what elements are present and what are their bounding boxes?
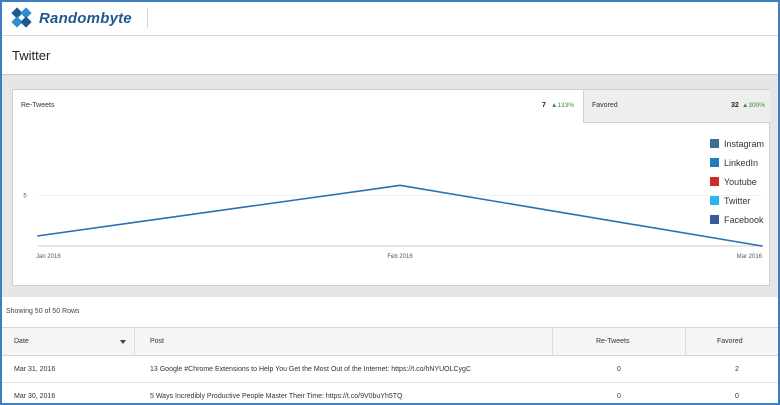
table-header: Date Post Re-Tweets Favored [2,327,778,356]
logo[interactable]: Randombyte [10,6,132,30]
logo-icon [10,6,34,30]
chart-section: Re-Tweets 7 ▲133% Favored 32 ▲300% 5 Jan … [2,75,778,297]
row-count: Showing 50 of 50 Rows [6,308,80,315]
line-chart: 5 Jan 2016 Feb 2016 Mar 2016 [23,184,763,260]
legend-label: LinkedIn [724,157,759,168]
legend-swatch [710,177,719,186]
legend-swatch [710,158,719,167]
legend-swatch [710,139,719,148]
cell-post: 5 Ways Incredibly Productive People Mast… [150,393,403,400]
page-title: Twitter [12,48,51,63]
legend-swatch [710,215,719,224]
chart-legend: Instagram LinkedIn Youtube Twitter Faceb… [710,134,764,229]
table-row[interactable]: Mar 30, 2016 5 Ways Incredibly Productiv… [2,383,778,403]
cell-date: Mar 31, 2016 [14,366,56,373]
chart-card: Re-Tweets 7 ▲133% Favored 32 ▲300% 5 Jan … [12,89,770,286]
column-header-date[interactable]: Date [14,338,29,345]
legend-swatch [710,196,719,205]
cell-date: Mar 30, 2016 [14,393,56,400]
legend-label: Twitter [724,195,751,206]
title-bar: Twitter [2,36,778,75]
column-divider [552,328,553,355]
cell-post: 13 Google #Chrome Extensions to Help You… [150,366,472,373]
legend-item-youtube[interactable]: Youtube [710,172,764,191]
data-point [37,235,39,237]
cell-favored: 2 [735,366,739,373]
x-tick-label: Mar 2016 [737,254,763,260]
x-tick-label: Feb 2016 [387,254,413,260]
posts-table: Date Post Re-Tweets Favored Mar 31, 2016… [2,327,778,403]
cell-retweets: 0 [617,366,621,373]
series-line [37,184,763,247]
data-point [399,184,401,187]
legend-item-linkedin[interactable]: LinkedIn [710,153,764,172]
app-frame: Randombyte Twitter Re-Tweets 7 ▲133% Fav… [0,0,780,405]
legend-label: Facebook [724,214,764,225]
top-bar: Randombyte [2,2,778,36]
column-header-post[interactable]: Post [150,338,164,345]
cell-favored: 0 [735,393,739,400]
cell-retweets: 0 [617,393,621,400]
header-divider [147,8,148,28]
column-divider [134,328,135,355]
column-header-retweets[interactable]: Re-Tweets [596,338,629,345]
legend-item-twitter[interactable]: Twitter [710,191,764,210]
column-header-favored[interactable]: Favored [717,338,743,345]
legend-item-instagram[interactable]: Instagram [710,134,764,153]
legend-label: Instagram [724,138,765,149]
x-tick-label: Jan 2016 [36,254,61,260]
legend-label: Youtube [724,176,757,187]
app-name: Randombyte [39,9,132,27]
data-point [761,245,763,247]
column-divider [685,328,686,355]
sort-desc-icon[interactable] [120,340,126,344]
y-tick-label: 5 [23,193,27,199]
legend-item-facebook[interactable]: Facebook [710,210,764,229]
table-row[interactable]: Mar 31, 2016 13 Google #Chrome Extension… [2,356,778,383]
